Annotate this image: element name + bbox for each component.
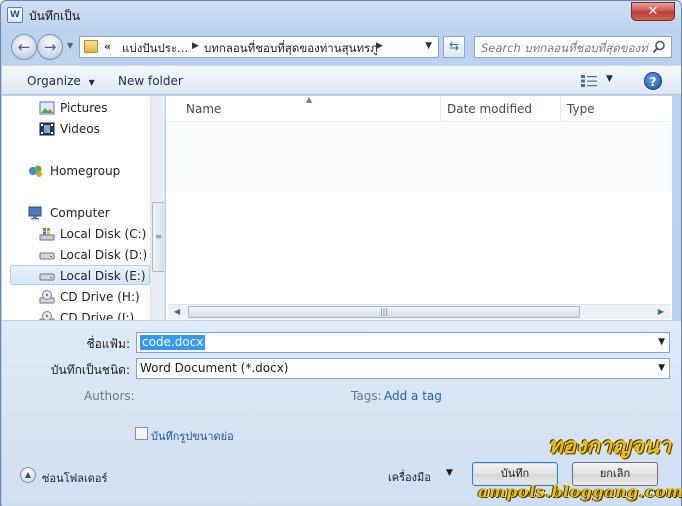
breadcrumb-segment[interactable]: บทกลอนที่ชอบที่สุดของท่านสุนทรภู่ [204, 40, 378, 58]
chevron-down-icon: ▼ [88, 78, 95, 87]
title-bar: W บันทึกเป็น ✕ [1, 1, 681, 29]
nav-item-label: Local Disk (C:) [60, 227, 147, 241]
nav-item-label: Videos [60, 122, 100, 136]
word-icon: W [7, 7, 23, 23]
column-header-type[interactable]: Type [567, 102, 595, 116]
command-bar: Organize ▼ New folder ▼ ? [2, 65, 681, 95]
help-button[interactable]: ? [644, 72, 662, 90]
address-row: ← → ▼ « แบ่งปันประ... ▶ บทกลอนที่ชอบที่ส… [1, 31, 681, 63]
nav-item-local-disk-e[interactable]: Local Disk (E:) [10, 265, 150, 285]
view-options-icon[interactable] [580, 74, 598, 88]
file-list-body[interactable] [166, 124, 672, 192]
nav-item-label: Computer [50, 206, 110, 220]
close-button[interactable]: ✕ [631, 2, 675, 21]
breadcrumb-segment[interactable]: แบ่งปันประ... [122, 40, 188, 58]
column-header-date-modified[interactable]: Date modified [447, 102, 532, 116]
column-divider[interactable] [560, 96, 561, 122]
nav-item-cd-drive-h[interactable]: CD Drive (H:) [2, 287, 150, 307]
nav-item-label: CD Drive (H:) [60, 290, 140, 304]
savetype-select[interactable]: Word Document (*.docx) ▼ [136, 358, 670, 379]
address-dropdown[interactable]: ▼ [425, 41, 432, 51]
authors-label: Authors: [84, 389, 135, 403]
arrow-right-icon: → [43, 38, 57, 56]
nav-item-label: Local Disk (E:) [60, 269, 146, 283]
computer-icon [28, 206, 42, 220]
tags-label: Tags: [351, 389, 382, 403]
nav-item-label: Local Disk (D:) [60, 248, 148, 262]
scrollbar-thumb[interactable]: ||| [188, 306, 580, 318]
arrow-left-icon: ← [17, 38, 31, 56]
nav-item-cd-drive-i[interactable]: CD Drive (I:) [2, 308, 150, 320]
nav-item-homegroup[interactable]: Homegroup [2, 161, 150, 181]
windows-disk-icon [39, 228, 55, 241]
watermark-url: ampols.bloggang.com [478, 482, 682, 501]
nav-scrollbar[interactable]: ≡ [150, 96, 164, 320]
column-headers: ▲ Name Date modified Type [166, 95, 672, 122]
chevron-right-icon[interactable]: ▶ [192, 41, 199, 51]
refresh-icon: ⇆ [448, 39, 460, 53]
filename-value[interactable]: code.docx [140, 335, 206, 350]
recent-locations-dropdown[interactable]: ▼ [67, 41, 73, 50]
nav-item-label: CD Drive (I:) [60, 311, 135, 320]
videos-icon [39, 122, 55, 136]
breadcrumb-overflow[interactable]: « [104, 40, 111, 53]
back-button[interactable]: ← [11, 34, 37, 60]
savetype-value: Word Document (*.docx) [140, 361, 289, 375]
refresh-button[interactable]: ⇆ [443, 36, 465, 58]
horizontal-scrollbar[interactable]: ◀ ||| ▶ [168, 304, 670, 319]
view-dropdown[interactable]: ▼ [606, 74, 613, 84]
add-tag-link[interactable]: Add a tag [384, 389, 442, 403]
nav-item-label: Pictures [60, 101, 108, 115]
scroll-left-icon[interactable]: ◀ [174, 307, 180, 316]
save-form: ชื่อแฟ้ม: code.docx ▼ บันทึกเป็นชนิด: Wo… [2, 321, 682, 506]
chevron-down-icon[interactable]: ▼ [446, 468, 453, 478]
column-divider[interactable] [440, 96, 441, 122]
new-folder-button[interactable]: New folder [118, 74, 183, 88]
navigation-pane: Pictures Videos Homegroup Computer Local… [2, 96, 165, 320]
organize-label: Organize [27, 74, 81, 88]
nav-item-local-disk-c[interactable]: Local Disk (C:) [2, 224, 150, 244]
forward-button[interactable]: → [37, 34, 63, 60]
chevron-up-icon: ▲ [24, 470, 32, 479]
nav-item-computer[interactable]: Computer [2, 203, 150, 223]
hide-folders-button[interactable]: ▲ [20, 467, 36, 483]
organize-menu[interactable]: Organize ▼ [27, 74, 95, 88]
disk-icon [39, 252, 55, 260]
nav-item-local-disk-d[interactable]: Local Disk (D:) [2, 245, 150, 265]
scrollbar-thumb[interactable]: ≡ [152, 202, 164, 272]
window-title: บันทึกเป็น [29, 9, 80, 23]
column-header-name[interactable]: Name [186, 102, 221, 116]
chevron-down-icon[interactable]: ▼ [658, 337, 665, 347]
search-input[interactable]: Search บทกลอนที่ชอบที่สุดของท่า... [481, 40, 649, 58]
nav-item-label: Homegroup [50, 164, 121, 178]
scroll-right-icon[interactable]: ▶ [658, 307, 664, 316]
cd-drive-icon [39, 311, 55, 320]
pictures-icon [39, 101, 55, 115]
disk-icon [39, 273, 55, 281]
tools-menu[interactable]: เครื่องมือ [388, 468, 431, 486]
save-as-dialog: W บันทึกเป็น ✕ ← → ▼ « แบ่งปันประ... ▶ บ… [0, 0, 682, 506]
chevron-down-icon[interactable]: ▼ [658, 363, 665, 373]
sort-ascending-icon: ▲ [306, 95, 313, 104]
filename-field[interactable]: code.docx ▼ [136, 332, 670, 353]
chevron-right-icon[interactable]: ▶ [376, 41, 383, 51]
filename-label: ชื่อแฟ้ม: [86, 337, 130, 351]
help-icon: ? [649, 75, 657, 89]
search-icon[interactable] [652, 40, 666, 54]
address-bar[interactable]: « แบ่งปันประ... ▶ บทกลอนที่ชอบที่สุดของท… [79, 36, 439, 58]
savetype-label: บันทึกเป็นชนิด: [50, 363, 130, 377]
nav-item-videos[interactable]: Videos [2, 119, 150, 139]
save-thumbnail-checkbox[interactable] [135, 427, 148, 440]
cd-drive-icon [39, 290, 55, 304]
homegroup-icon [29, 165, 42, 177]
search-box[interactable]: Search บทกลอนที่ชอบที่สุดของท่า... [474, 36, 672, 58]
nav-item-pictures[interactable]: Pictures [2, 98, 150, 118]
save-thumbnail-label[interactable]: บันทึกรูปขนาดย่อ [151, 427, 234, 445]
hide-folders-label[interactable]: ซ่อนโฟลเดอร์ [42, 469, 107, 487]
file-list[interactable]: ▲ Name Date modified Type ◀ ||| ▶ [166, 95, 672, 320]
watermark-title: ทองกาญจนา [548, 433, 672, 459]
folder-icon [84, 40, 98, 53]
